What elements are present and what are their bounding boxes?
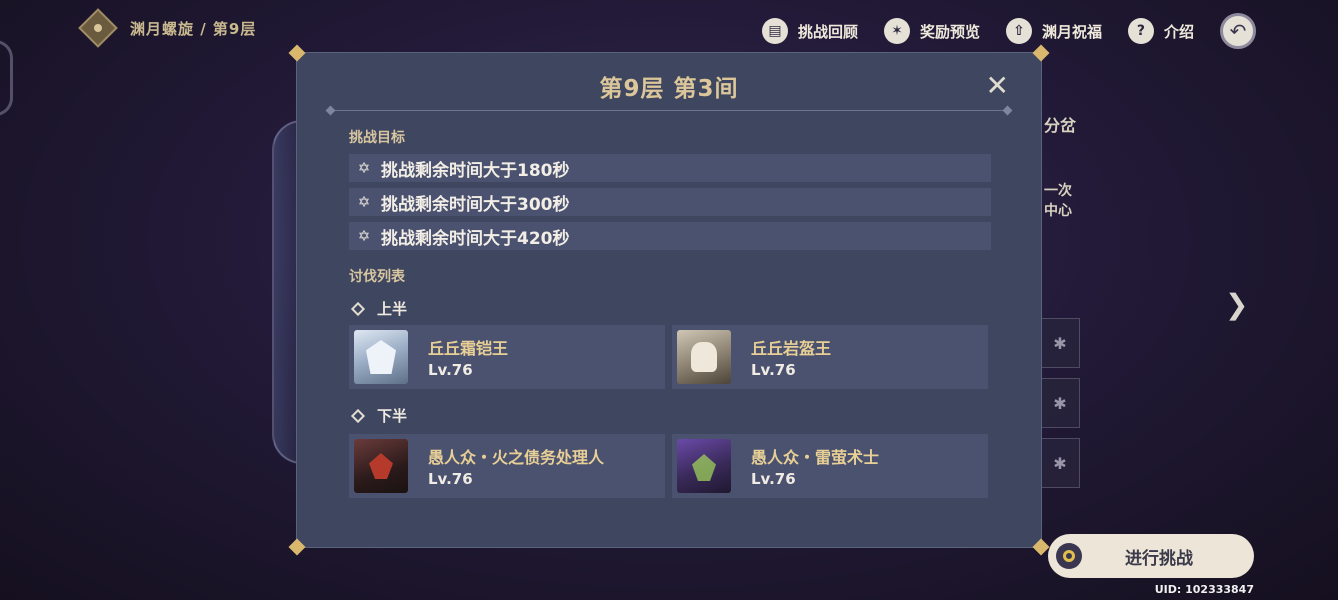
background-text-fragment: 一次 [1044, 183, 1072, 199]
star-icon: ✡ [357, 159, 371, 177]
confirm-ring-icon [1056, 543, 1082, 569]
corner-ornament-icon [288, 44, 306, 62]
intro-button[interactable]: ? 介绍 [1127, 18, 1194, 44]
goals-heading: 挑战目标 [349, 130, 405, 146]
enemy-card[interactable]: 愚人众・火之债务处理人 Lv.76 [349, 434, 665, 498]
reward-preview-label: 奖励预览 [919, 22, 980, 41]
enemy-name: 丘丘霜铠王 [428, 339, 509, 358]
challenge-review-label: 挑战回顾 [797, 22, 858, 41]
enemy-card[interactable]: 愚人众・雷萤术士 Lv.76 [672, 434, 988, 498]
first-half-text: 上半 [377, 300, 408, 318]
title-divider [327, 110, 1011, 111]
upload-arrow-icon: ⇧ [1005, 18, 1032, 44]
diamond-icon [350, 408, 366, 423]
background-text-fragment: 中心 [1044, 203, 1072, 219]
enemy-level: Lv.76 [751, 361, 796, 379]
abyss-emblem-icon [78, 8, 118, 48]
enemy-level: Lv.76 [428, 361, 473, 379]
background-text-fragment: 分岔 [1044, 116, 1077, 135]
header-location: 渊月螺旋 / 第9层 [78, 8, 257, 48]
blessing-button[interactable]: ⇧ 渊月祝福 [1005, 18, 1102, 44]
background-star-slot: ✱ [1040, 378, 1080, 428]
enemy-card[interactable]: 丘丘岩盔王 Lv.76 [672, 325, 988, 389]
book-icon: ▤ [761, 18, 788, 44]
goal-text: 挑战剩余时间大于300秒 [381, 194, 570, 215]
background-star-slot: ✱ [1040, 438, 1080, 488]
breadcrumb: 渊月螺旋 / 第9层 [130, 19, 257, 38]
star-icon: ✱ [1053, 333, 1067, 353]
uid-label: UID: 102333847 [1154, 583, 1254, 596]
goal-text: 挑战剩余时间大于180秒 [381, 160, 570, 181]
star-icon: ✱ [1053, 393, 1067, 413]
star-icon: ✱ [1053, 453, 1067, 473]
challenge-review-button[interactable]: ▤ 挑战回顾 [761, 18, 858, 44]
start-challenge-label: 进行挑战 [1125, 548, 1193, 569]
enemy-portrait [677, 330, 731, 384]
enemy-portrait [354, 330, 408, 384]
enemy-name: 丘丘岩盔王 [751, 339, 832, 358]
chamber-detail-dialog: 第9层 第3间 ✕ 挑战目标 ✡ 挑战剩余时间大于180秒 ✡ 挑战剩余时间大于… [296, 52, 1042, 548]
enemy-portrait [354, 439, 408, 493]
next-chamber-arrow-icon[interactable]: ❯ [1225, 288, 1248, 321]
blessing-label: 渊月祝福 [1041, 22, 1102, 41]
start-challenge-button[interactable]: 进行挑战 [1048, 534, 1254, 578]
star-icon: ✡ [357, 227, 371, 245]
back-button[interactable]: ↶ [1220, 13, 1256, 49]
back-arrow-icon: ↶ [1229, 19, 1247, 43]
goal-row: ✡ 挑战剩余时间大于420秒 [349, 222, 991, 250]
enemy-level: Lv.76 [751, 470, 796, 488]
corner-ornament-icon [1032, 44, 1050, 62]
dialog-title: 第9层 第3间 [599, 76, 739, 102]
diamond-icon [350, 301, 366, 316]
close-icon[interactable]: ✕ [986, 69, 1009, 102]
star-icon: ✡ [357, 193, 371, 211]
enemy-level: Lv.76 [428, 470, 473, 488]
first-half-label: 上半 [349, 298, 407, 319]
intro-label: 介绍 [1163, 22, 1194, 41]
left-edge-tab [0, 40, 13, 116]
enemy-card[interactable]: 丘丘霜铠王 Lv.76 [349, 325, 665, 389]
goal-row: ✡ 挑战剩余时间大于180秒 [349, 154, 991, 182]
corner-ornament-icon [288, 538, 306, 556]
question-icon: ? [1127, 18, 1154, 44]
enemy-name: 愚人众・火之债务处理人 [428, 448, 605, 467]
enemy-name: 愚人众・雷萤术士 [751, 448, 880, 467]
reward-preview-button[interactable]: ✶ 奖励预览 [883, 18, 980, 44]
goal-text: 挑战剩余时间大于420秒 [381, 228, 570, 249]
star-badge-icon: ✶ [883, 18, 910, 44]
header-actions: ▤ 挑战回顾 ✶ 奖励预览 ⇧ 渊月祝福 ? 介绍 ↶ [736, 13, 1256, 49]
background-star-slot: ✱ [1040, 318, 1080, 368]
enemy-portrait [677, 439, 731, 493]
corner-ornament-icon [1032, 538, 1050, 556]
second-half-label: 下半 [349, 405, 407, 426]
second-half-text: 下半 [377, 407, 408, 425]
enemy-list-heading: 讨伐列表 [349, 269, 405, 285]
goal-row: ✡ 挑战剩余时间大于300秒 [349, 188, 991, 216]
